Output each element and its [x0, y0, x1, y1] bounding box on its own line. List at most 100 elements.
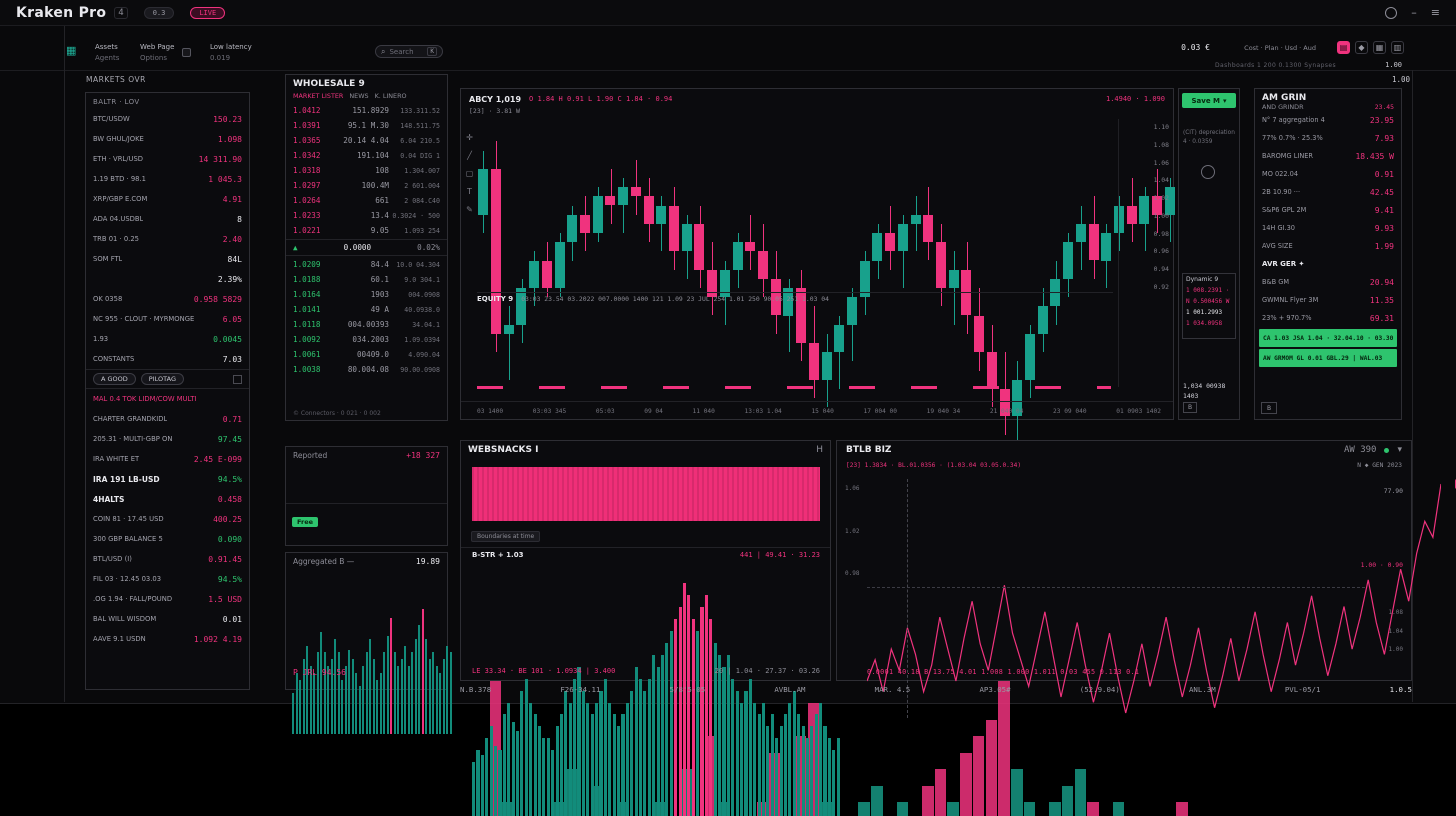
performance-caret-icon[interactable]: ▾	[1397, 445, 1402, 455]
reported-divider	[286, 503, 447, 504]
watchlist-row[interactable]: BTL/USD (I)0.91.45	[86, 549, 249, 569]
watchlist-row[interactable]: BTC/USDW150.23	[86, 109, 249, 129]
toolbar-item-webpage[interactable]: Web Page Options	[140, 42, 174, 63]
orderbook-ask-row[interactable]: 1.0342191.1040.04 DIG 1	[286, 148, 447, 163]
orderbook-bid-row[interactable]: 1.018860.19.0 304.1	[286, 272, 447, 287]
ticket-mini-box[interactable]: B	[1183, 402, 1197, 413]
grid-icon[interactable]: ▦	[66, 44, 79, 57]
layout-columns-icon[interactable]: ▥	[1391, 41, 1404, 54]
alerts-icon[interactable]: ▤	[1337, 41, 1350, 54]
watchlist-row[interactable]: AAVE 9.1 USDN1.092 4.19	[86, 629, 249, 649]
orderbook-ask-row[interactable]: 1.03181081.304.007	[286, 163, 447, 178]
depth-bar	[613, 714, 616, 816]
watchlist-row[interactable]: .OG 1.94 · FALL/POUND1.5 USD	[86, 589, 249, 609]
tool-trendline-icon[interactable]: ╱	[464, 151, 475, 160]
orderbook-bid-row[interactable]: 1.006100409.04.090.04	[286, 347, 447, 362]
reported-free-tag[interactable]: Free	[292, 517, 318, 527]
watchlist-row[interactable]: TRB 01 · 0.252.40	[86, 229, 249, 249]
candles-canvas[interactable]	[477, 123, 1189, 453]
orderbook-ask-row[interactable]: 1.02219.051.093 254	[286, 223, 447, 238]
toolbar-item-latency[interactable]: Low latency 0.019	[210, 42, 252, 63]
watchlist-row[interactable]: ETH · VRL/USD14 311.90	[86, 149, 249, 169]
orderbook-ask-row[interactable]: 1.036520.14 4.046.04 210.5	[286, 133, 447, 148]
orderbook-total: 40.0938.0	[389, 306, 440, 314]
orderbook-size: 49 A	[337, 305, 389, 314]
menu-icon[interactable]: ≡	[1431, 7, 1440, 18]
orderbook-tab-news[interactable]: NEWS	[349, 92, 368, 100]
watchlist-row[interactable]: IRA WHITE ET2.45 E-099	[86, 449, 249, 469]
stats-row-value: 11.35	[1370, 296, 1394, 305]
orderbook-bid-row[interactable]: 1.003880.004.0890.00.0908	[286, 362, 447, 377]
aggregated-bar	[376, 680, 378, 734]
aggregated-bar	[425, 639, 427, 734]
orderbook-bid-row[interactable]: 1.0118004.0039334.04.1	[286, 317, 447, 332]
tool-pencil-icon[interactable]: ✎	[464, 205, 475, 214]
watchlist-row[interactable]: CONSTANTS7.03	[86, 349, 249, 369]
watchlist-row[interactable]: IRA 191 LB-USD94.5%	[86, 469, 249, 489]
orderbook-price: 1.0342	[293, 151, 337, 160]
watchlist-row[interactable]: OK 03580.958 5829	[86, 289, 249, 309]
stats-highlight-row[interactable]: AW GRMOM GL 0.01 GBL.29 | WAL.03	[1259, 349, 1397, 367]
watchlist-filter-button[interactable]: PILOTAG	[141, 373, 184, 385]
stats-mini-box[interactable]: B	[1261, 402, 1277, 414]
watchlist-row-value: 8	[237, 215, 242, 224]
watchlist-row[interactable]: SOM FTL84L	[86, 249, 249, 269]
watchlist-row[interactable]: 1.930.0045	[86, 329, 249, 349]
status-pill[interactable]: 0.3	[144, 7, 175, 19]
depth-bar	[551, 750, 554, 816]
orderbook-ask-row[interactable]: 1.039195.1 M.30148.511.75	[286, 118, 447, 133]
orderbook-ask-row[interactable]: 1.023313.40.3024 · 500	[286, 208, 447, 223]
watchlist-row[interactable]: XRP/GBP E.COM4.91	[86, 189, 249, 209]
watchlist-row[interactable]: ADA 04.USDBL8	[86, 209, 249, 229]
watchlist-row[interactable]: NC 955 · CLOUT · MYRMONGE6.05	[86, 309, 249, 329]
save-mode-button[interactable]: Save M ▾	[1182, 93, 1236, 108]
watchlist-title: BALTR · LOV	[86, 93, 249, 109]
tool-text-icon[interactable]: T	[464, 187, 475, 196]
orderbook-asks: 1.0412151.8929133.311.521.039195.1 M.301…	[286, 103, 447, 238]
depth-corner[interactable]: H	[816, 445, 823, 455]
orderbook-bid-row[interactable]: 1.014149 A40.0938.0	[286, 302, 447, 317]
volume-pane-label[interactable]: EQUITY 9	[477, 295, 513, 303]
status-dot-icon	[1384, 448, 1389, 453]
search-input[interactable]: ⌕ Search K	[375, 45, 443, 58]
orderbook-bid-row[interactable]: 1.020984.410.0 04.304	[286, 257, 447, 272]
orderbook-tab-market[interactable]: MARKET LISTER	[293, 92, 343, 100]
square-icon[interactable]	[233, 375, 242, 384]
orderbook-bid-row[interactable]: 1.01641903004.0908	[286, 287, 447, 302]
watchlist-filter-button[interactable]: A GOOD	[93, 373, 136, 385]
layout-grid-icon[interactable]: ▦	[1373, 41, 1386, 54]
watchlist-row[interactable]: 1.19 BTD · 98.11 045.3	[86, 169, 249, 189]
watchlist-row[interactable]: COIN 81 · 17.45 USD400.25	[86, 509, 249, 529]
orderbook-total: 133.311.52	[389, 107, 440, 115]
watchlist-row[interactable]: BW GHUL/JOKE1.098	[86, 129, 249, 149]
orderbook-total: 34.04.1	[389, 321, 440, 329]
watchlist-row[interactable]: 4HALTS0.458	[86, 489, 249, 509]
performance-right-top: 77.90	[1384, 487, 1403, 495]
tool-rectangle-icon[interactable]: ▢	[464, 169, 475, 178]
time-axis-label: 11 040	[693, 408, 715, 415]
stats-highlight-row[interactable]: CA 1.03 JSA 1.04 · 32.04.10 · 03.30	[1259, 329, 1397, 347]
orderbook-total: 004.0908	[389, 291, 440, 299]
orderbook-ask-row[interactable]: 1.02646612 084.C40	[286, 193, 447, 208]
watchlist-row[interactable]: FIL 03 · 12.45 03.0394.5%	[86, 569, 249, 589]
latency-checkbox[interactable]	[182, 48, 191, 57]
tool-crosshair-icon[interactable]: ✛	[464, 133, 475, 142]
orderbook-ask-row[interactable]: 1.0412151.8929133.311.52	[286, 103, 447, 118]
live-pill[interactable]: LIVE	[190, 7, 225, 19]
watchlist-row[interactable]: 2.39%	[86, 269, 249, 289]
watchlist-row[interactable]: BAL WILL WISDOM0.01	[86, 609, 249, 629]
watchlist-row[interactable]: 205.31 · MULTI-GBP ON97.45	[86, 429, 249, 449]
watchlist-row[interactable]: CHARTER GRANDKIDL0.71	[86, 409, 249, 429]
target-circle-icon[interactable]	[1201, 165, 1215, 179]
orderbook-ask-row[interactable]: 1.0297100.4M2 601.004	[286, 178, 447, 193]
chart-symbol[interactable]: ABCY 1,019	[469, 95, 521, 104]
watchlist-row[interactable]: MAL 0.4 TOK LIDM/COW MULTI 4.30	[86, 389, 249, 409]
orderbook-tab-linero[interactable]: K. LINERO	[375, 92, 407, 100]
notifications-icon[interactable]	[1385, 7, 1397, 19]
orderbook-bid-row[interactable]: 1.0092034.20031.09.0394	[286, 332, 447, 347]
minimize-icon[interactable]: –	[1411, 7, 1417, 18]
watchlist-row[interactable]: 300 GBP BALANCE 50.090	[86, 529, 249, 549]
diamond-icon[interactable]: ◆	[1355, 41, 1368, 54]
boundaries-tag[interactable]: Boundaries at time	[471, 531, 540, 542]
toolbar-item-assets[interactable]: Assets Agents	[95, 42, 119, 63]
